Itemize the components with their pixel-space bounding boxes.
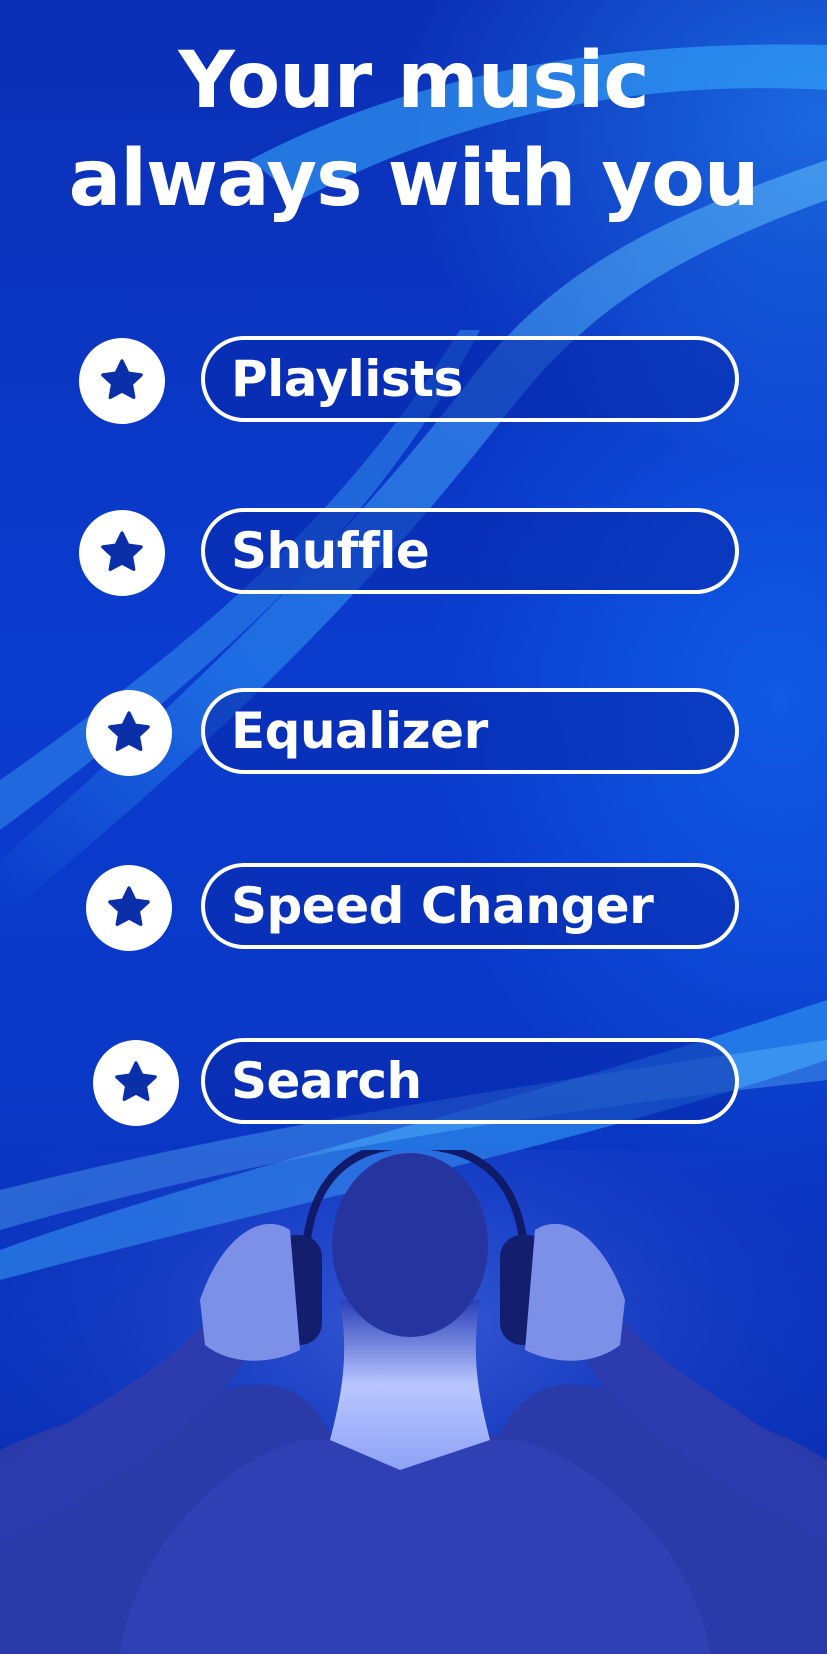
- feature-row-playlists[interactable]: Playlists: [0, 333, 827, 429]
- speed-changer-button[interactable]: Speed Changer: [201, 863, 739, 949]
- headphones-man-illustration: [0, 1150, 827, 1654]
- star-icon: [93, 1040, 179, 1126]
- star-icon: [86, 690, 172, 776]
- playlists-button[interactable]: Playlists: [201, 336, 739, 422]
- star-icon: [79, 510, 165, 596]
- title-line-1: Your music: [178, 36, 649, 126]
- star-icon: [86, 865, 172, 951]
- feature-row-equalizer[interactable]: Equalizer: [0, 685, 827, 781]
- feature-row-search[interactable]: Search: [0, 1035, 827, 1131]
- star-icon: [79, 338, 165, 424]
- shuffle-button[interactable]: Shuffle: [201, 508, 739, 594]
- title-line-2: always with you: [68, 134, 760, 224]
- feature-row-speed-changer[interactable]: Speed Changer: [0, 860, 827, 956]
- equalizer-button[interactable]: Equalizer: [201, 688, 739, 774]
- search-button[interactable]: Search: [201, 1038, 739, 1124]
- feature-row-shuffle[interactable]: Shuffle: [0, 505, 827, 601]
- page-title: Your music always with you: [0, 32, 827, 228]
